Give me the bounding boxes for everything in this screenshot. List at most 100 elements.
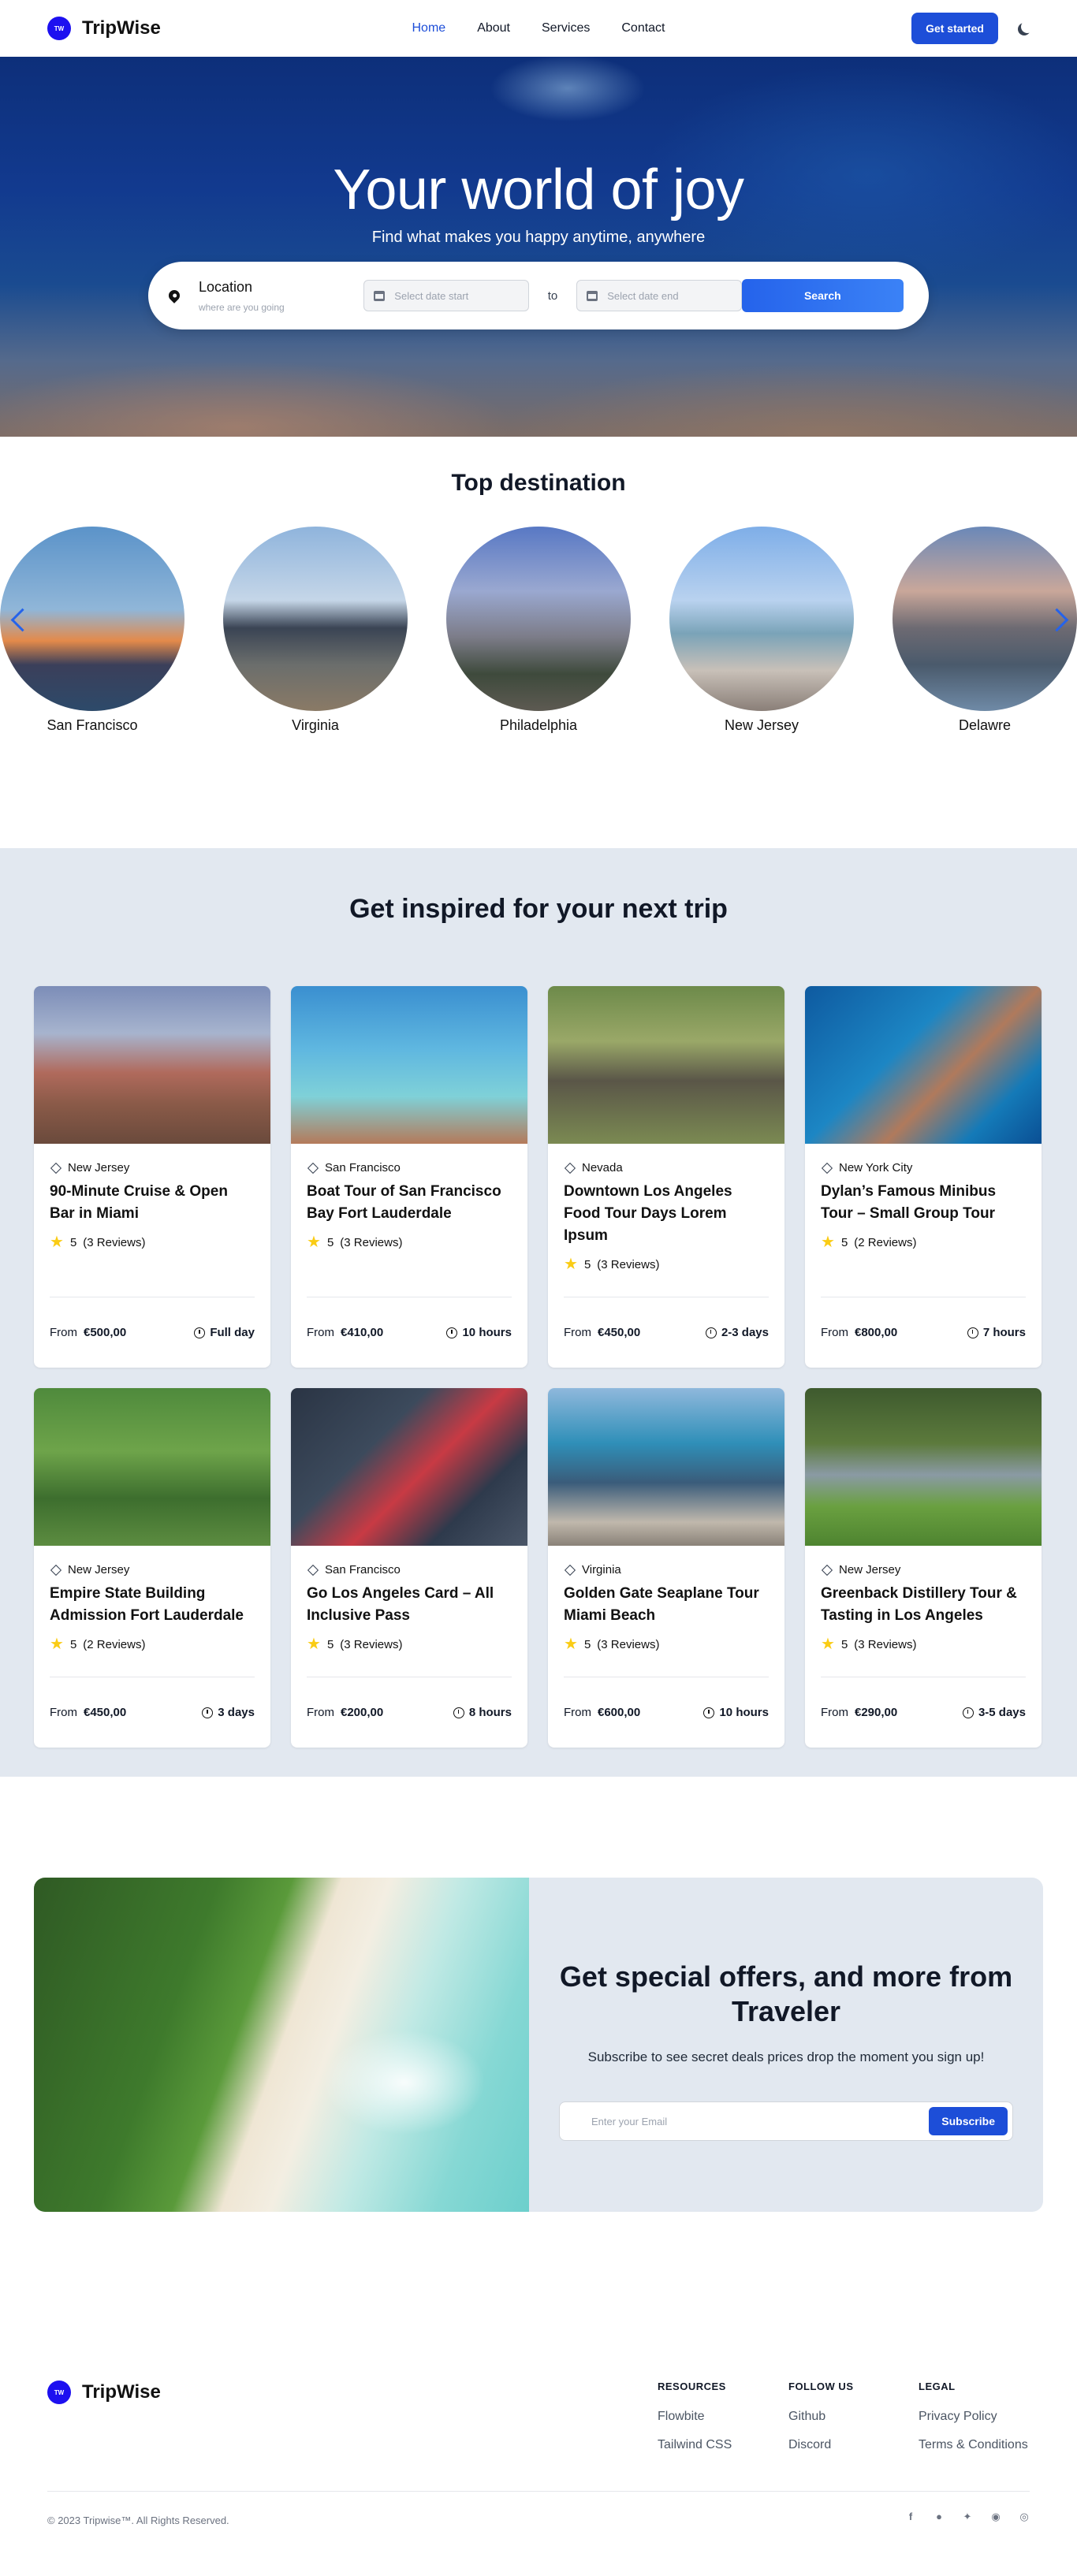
tour-card[interactable]: New Jersey Empire State Building Admissi… <box>34 1388 270 1748</box>
navbar: TW TripWise Home About Services Contact … <box>0 0 1077 57</box>
search-button[interactable]: Search <box>741 279 904 312</box>
tour-card[interactable]: San Francisco Boat Tour of San Francisco… <box>291 986 527 1368</box>
tour-reviews: (3 Reviews) <box>83 1235 146 1249</box>
tour-rating: 5 <box>840 1235 848 1249</box>
tour-location: New Jersey <box>68 1563 130 1576</box>
discord-icon[interactable]: ● <box>934 2511 945 2522</box>
tour-duration: 8 hours <box>468 1706 512 1719</box>
tour-duration: 2-3 days <box>721 1326 769 1339</box>
footer-link[interactable]: Terms & Conditions <box>919 2438 1028 2452</box>
tour-card[interactable]: New York City Dylan’s Famous Minibus Tou… <box>805 986 1042 1368</box>
footer-link[interactable]: Discord <box>788 2438 854 2452</box>
tour-duration: Full day <box>210 1326 255 1339</box>
from-label: From <box>50 1706 77 1719</box>
section-title: Get inspired for your next trip <box>349 894 728 924</box>
from-label: From <box>307 1706 334 1719</box>
footer: TW TripWise RESOURCES Flowbite Tailwind … <box>0 2357 1077 2576</box>
tour-image <box>291 1388 527 1546</box>
tour-image <box>805 986 1042 1144</box>
nav-link-home[interactable]: Home <box>412 21 446 35</box>
carousel-prev-icon[interactable] <box>8 605 28 634</box>
location-field[interactable]: Location where are you going <box>199 279 363 313</box>
destination-item[interactable]: Virginia <box>223 527 408 734</box>
destination-image <box>223 527 408 711</box>
location-icon <box>564 1564 576 1576</box>
footer-column-heading: RESOURCES <box>658 2381 726 2392</box>
clock-icon <box>703 1707 715 1718</box>
tour-image <box>34 986 270 1144</box>
tour-location: Virginia <box>582 1563 621 1576</box>
nav-link-contact[interactable]: Contact <box>621 21 665 35</box>
get-started-button[interactable]: Get started <box>911 13 998 44</box>
tour-image <box>291 986 527 1144</box>
tour-card[interactable]: New Jersey Greenback Distillery Tour & T… <box>805 1388 1042 1748</box>
destination-name: Philadelphia <box>499 717 578 733</box>
hero-subtitle: Find what makes you happy anytime, anywh… <box>371 229 706 246</box>
tour-card[interactable]: Nevada Downtown Los Angeles Food Tour Da… <box>548 986 784 1368</box>
nav-actions: Get started <box>911 13 1030 44</box>
tour-reviews: (3 Reviews) <box>340 1235 403 1249</box>
brand-name: TripWise <box>82 17 161 39</box>
footer-column-heading: FOLLOW US <box>788 2381 854 2392</box>
tour-title: Go Los Angeles Card – All Inclusive Pass <box>307 1585 494 1624</box>
tour-card[interactable]: New Jersey 90-Minute Cruise & Open Bar i… <box>34 986 270 1368</box>
tour-rating: 5 <box>583 1257 591 1271</box>
top-destination-section: Top destination San Francisco Virginia P… <box>0 437 1077 848</box>
tour-image <box>34 1388 270 1546</box>
nav-link-about[interactable]: About <box>477 21 510 35</box>
twitter-icon[interactable]: ✦ <box>962 2511 973 2522</box>
logo-icon: TW <box>47 17 71 40</box>
tour-title: 90-Minute Cruise & Open Bar in Miami <box>50 1183 228 1222</box>
tour-price: €800,00 <box>855 1326 898 1339</box>
tour-image <box>805 1388 1042 1546</box>
location-icon <box>564 1162 576 1174</box>
tour-location: Nevada <box>582 1161 623 1174</box>
tour-reviews: (3 Reviews) <box>340 1637 403 1651</box>
social-links: f ● ✦ ◉ ◎ <box>905 2511 1030 2522</box>
nav-links: Home About Services Contact <box>412 21 665 35</box>
star-icon: ★ <box>307 1636 321 1653</box>
footer-link[interactable]: Privacy Policy <box>919 2410 1028 2424</box>
footer-brand[interactable]: TW TripWise <box>47 2381 161 2404</box>
email-input[interactable]: Enter your Email <box>591 2116 929 2127</box>
tour-price: €450,00 <box>598 1326 641 1339</box>
carousel-next-icon[interactable] <box>1049 605 1069 634</box>
tour-price: €450,00 <box>84 1706 127 1719</box>
newsletter-card: Get special offers, and more from Travel… <box>34 1878 1043 2212</box>
destination-item[interactable]: New Jersey <box>669 527 854 734</box>
facebook-icon[interactable]: f <box>905 2511 916 2522</box>
destination-item[interactable]: Philadelphia <box>446 527 631 734</box>
location-icon <box>821 1162 833 1174</box>
dribbble-icon[interactable]: ◎ <box>1019 2511 1030 2522</box>
clock-icon <box>705 1327 717 1338</box>
tour-card[interactable]: Virginia Golden Gate Seaplane Tour Miami… <box>548 1388 784 1748</box>
nav-link-services[interactable]: Services <box>542 21 590 35</box>
footer-link[interactable]: Tailwind CSS <box>658 2438 732 2452</box>
newsletter-image <box>34 1878 529 2212</box>
dark-mode-toggle-icon[interactable] <box>1021 20 1034 33</box>
tour-card[interactable]: San Francisco Go Los Angeles Card – All … <box>291 1388 527 1748</box>
date-start-input[interactable]: Select date start <box>363 280 529 311</box>
tour-price: €600,00 <box>598 1706 641 1719</box>
newsletter-section: Get special offers, and more from Travel… <box>0 1777 1077 2357</box>
logo-icon: TW <box>47 2381 71 2404</box>
date-start-placeholder: Select date start <box>394 289 469 302</box>
date-end-input[interactable]: Select date end <box>576 280 742 311</box>
github-icon[interactable]: ◉ <box>990 2511 1001 2522</box>
footer-link[interactable]: Flowbite <box>658 2410 732 2424</box>
subscribe-button[interactable]: Subscribe <box>929 2107 1008 2135</box>
clock-icon <box>453 1707 464 1718</box>
tour-title: Boat Tour of San Francisco Bay Fort Laud… <box>307 1183 501 1222</box>
from-label: From <box>821 1326 848 1339</box>
star-icon: ★ <box>50 1636 64 1653</box>
tour-duration: 3 days <box>218 1706 255 1719</box>
destination-name: Delawre <box>958 717 1012 733</box>
clock-icon <box>194 1327 206 1338</box>
tour-reviews: (2 Reviews) <box>83 1637 146 1651</box>
tour-title: Greenback Distillery Tour & Tasting in L… <box>821 1585 1017 1624</box>
brand-name: TripWise <box>82 2381 161 2403</box>
subscribe-form: Enter your Email Subscribe <box>559 2101 1013 2141</box>
search-bar: Location where are you going Select date… <box>148 262 929 329</box>
footer-link[interactable]: Github <box>788 2410 854 2424</box>
brand[interactable]: TW TripWise <box>47 17 161 40</box>
